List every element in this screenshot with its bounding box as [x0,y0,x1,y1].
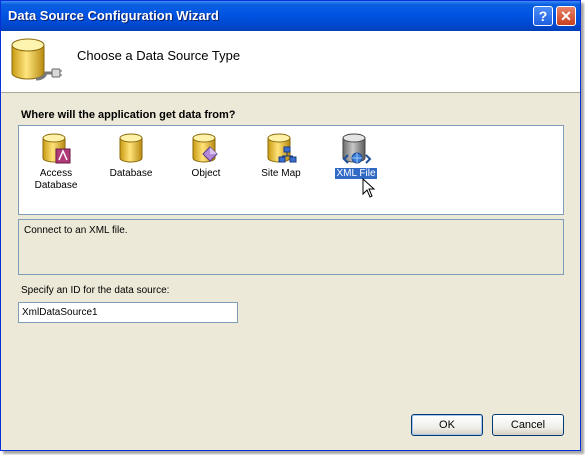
site-map-icon [267,133,297,163]
source-question-label: Where will the application get data from… [21,109,236,121]
cancel-button[interactable]: Cancel [492,414,564,436]
wizard-window: Data Source Configuration Wizard ? ✕ Cho… [0,0,581,451]
wizard-header: Choose a Data Source Type [1,31,580,93]
help-button[interactable]: ? [533,6,553,26]
mouse-pointer-icon [362,178,376,198]
type-label: Access Database [34,168,78,191]
window-title: Data Source Configuration Wizard [8,8,219,23]
page-title: Choose a Data Source Type [77,48,241,63]
type-label: XML File [322,167,390,180]
data-source-type-list[interactable]: Access Database Database Object Site Map… [18,125,564,215]
data-source-id-input[interactable]: XmlDataSource1 [18,302,238,323]
object-icon [192,133,218,163]
xml-file-icon [342,133,372,164]
description-panel: Connect to an XML file. [18,219,564,275]
type-xml-file[interactable]: XML File [322,126,390,214]
access-database-icon [42,133,71,164]
type-database[interactable]: Database [97,126,165,214]
ok-button[interactable]: OK [411,414,483,436]
title-bar[interactable]: Data Source Configuration Wizard ? ✕ [1,1,580,31]
database-plug-icon [11,38,62,81]
type-label: Site Map [261,168,301,179]
id-field-label: Specify an ID for the data source: [21,285,170,296]
type-site-map[interactable]: Site Map [247,126,315,214]
type-access-database[interactable]: Access Database [22,126,90,214]
type-label: Database [109,168,153,179]
description-text: Connect to an XML file. [24,225,128,236]
type-object[interactable]: Object [172,126,240,214]
database-icon [119,133,143,163]
close-button[interactable]: ✕ [556,6,576,26]
type-label: Object [191,168,221,179]
